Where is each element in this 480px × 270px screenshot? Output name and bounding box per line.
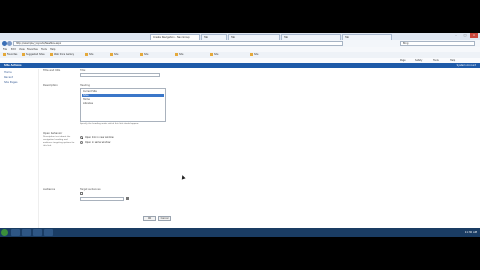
radio-label: Open link in new window (85, 136, 114, 139)
close-button[interactable]: × (470, 33, 478, 38)
heading-section-label: Description (43, 84, 58, 87)
list-option-selected[interactable]: Sites (82, 94, 164, 97)
form-content: Title and URL Title: Description Heading… (40, 69, 480, 229)
title-section-label: Title and URL (43, 69, 61, 72)
search-input[interactable]: Bing (400, 41, 475, 46)
taskbar-app-icon[interactable] (33, 229, 42, 236)
title-field-label: Title: (80, 69, 86, 72)
address-input[interactable]: http://example/_layouts/NewNav.aspx (13, 41, 343, 46)
tab-label: Tab (204, 36, 209, 39)
ok-button[interactable]: OK (143, 216, 156, 221)
taskbar-app-icon[interactable] (11, 229, 20, 236)
tab-label: Tab (231, 36, 236, 39)
cancel-button[interactable]: Cancel (158, 216, 171, 221)
heading-field-label: Heading (80, 84, 90, 87)
tab-label: Tab (284, 36, 289, 39)
maximize-button[interactable]: □ (461, 33, 469, 38)
list-option[interactable]: Libraries (82, 102, 164, 105)
tab-label: Create Navigation - Nav Group (153, 36, 190, 39)
taskbar-app-icon[interactable] (22, 229, 31, 236)
minimize-button[interactable]: – (452, 33, 460, 38)
nav-site-pages[interactable]: Site Pages (4, 81, 17, 84)
site-actions-menu[interactable]: Site Actions (4, 63, 22, 68)
list-option[interactable]: Home (82, 98, 164, 101)
heading-info-text: Specify the heading under which this lin… (80, 123, 139, 125)
list-option[interactable]: Current Site (82, 90, 164, 93)
forward-icon[interactable] (7, 41, 12, 46)
audience-hint: Target audiences: (80, 188, 102, 191)
address-book-icon[interactable] (126, 197, 129, 200)
browser-window: Create Navigation - Nav Group Tab Tab Ta… (0, 33, 480, 237)
windows-taskbar: 11:30 AM (0, 228, 480, 237)
description-text: Description text about the navigation he… (43, 136, 75, 147)
radio-same-window[interactable] (80, 141, 83, 144)
audience-input[interactable] (80, 197, 124, 201)
audience-checkbox[interactable] (80, 192, 83, 195)
radio-label: Open in same window (85, 141, 111, 144)
user-menu[interactable]: System Account (457, 63, 476, 68)
sharepoint-ribbon: Site Actions System Account (0, 63, 480, 68)
taskbar-clock: 11:30 AM (464, 231, 477, 234)
tab-label: Tab (345, 36, 350, 39)
heading-listbox[interactable]: Current Site Sites Home Libraries (80, 88, 166, 122)
radio-new-window[interactable] (80, 136, 83, 139)
nav-recent[interactable]: Recent (4, 76, 13, 79)
open-section-label: Open behavior (43, 132, 63, 135)
left-navigation: Home Recent Site Pages (0, 69, 39, 229)
taskbar-app-icon[interactable] (44, 229, 53, 236)
title-input[interactable] (80, 73, 160, 77)
start-button-icon[interactable] (1, 229, 8, 236)
nav-home[interactable]: Home (4, 71, 12, 74)
audience-section-label: Audience (43, 188, 56, 191)
